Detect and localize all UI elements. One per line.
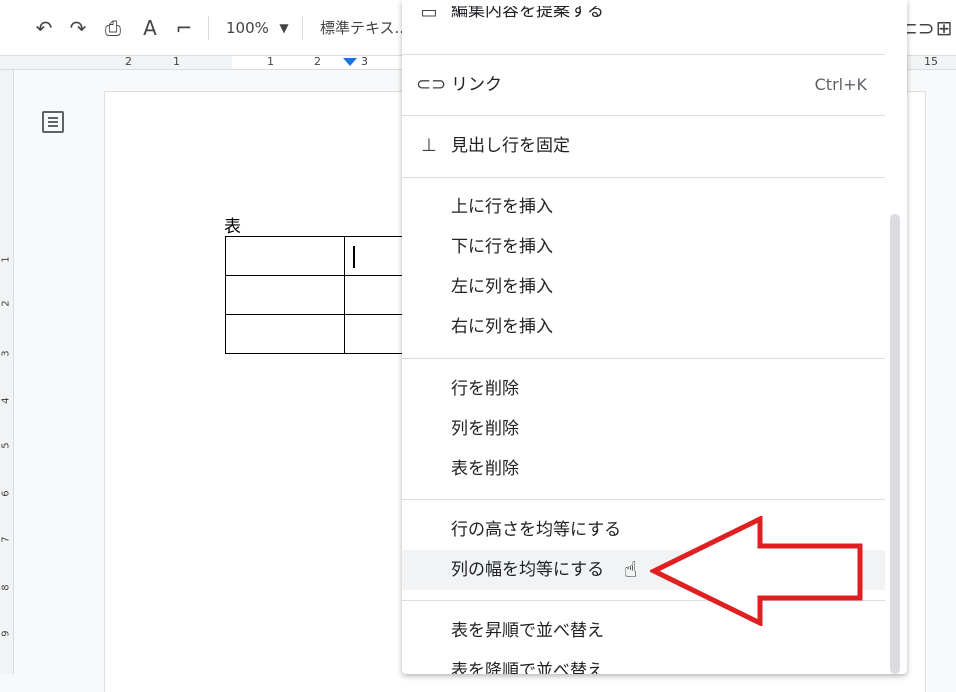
menu-item-shortcut: Ctrl+K [814, 75, 867, 94]
toolbar-divider [208, 16, 209, 40]
ruler-content-area [232, 56, 412, 69]
chevron-down-icon[interactable]: ▼ [272, 16, 296, 40]
redo-icon[interactable]: ↷ [66, 16, 90, 40]
menu-divider [402, 54, 885, 55]
menu-item-label: 列の幅を均等にする [451, 560, 605, 580]
menu-item-insert-row-below[interactable]: 下に行を挿入 [402, 227, 907, 267]
menu-divider [402, 499, 885, 500]
menu-divider [402, 115, 885, 116]
vruler-label: 7 [0, 536, 12, 543]
vruler-label: 8 [0, 584, 12, 591]
pin-icon: ⊥ [421, 135, 437, 156]
menu-item-insert-row-above[interactable]: 上に行を挿入 [402, 187, 907, 227]
print-icon[interactable]: ⎙ [101, 16, 125, 40]
annotation-arrow-icon [650, 516, 863, 626]
spellcheck-icon[interactable]: A [138, 16, 162, 40]
menu-item-suggest-edit[interactable]: ▭ 編集内容を提案する [402, 6, 907, 36]
menu-item-label: 左に列を挿入 [451, 277, 553, 297]
vruler-label: 4 [0, 397, 12, 404]
menu-item-label: 上に行を挿入 [451, 197, 553, 217]
indent-marker[interactable] [343, 58, 357, 66]
menu-item-label: 編集内容を提案する [451, 6, 604, 21]
ruler-label: 15 [924, 55, 938, 68]
vruler-label: 9 [0, 630, 12, 637]
menu-item-label: 表を昇順で並べ替え [451, 621, 604, 641]
menu-item-delete-row[interactable]: 行を削除 [402, 369, 907, 409]
menu-item-insert-col-right[interactable]: 右に列を挿入 [402, 307, 907, 347]
style-select[interactable]: 標準テキス... [320, 18, 409, 38]
menu-scrollbar[interactable] [890, 214, 900, 674]
vruler-label: 3 [0, 350, 12, 357]
toolbar-divider [302, 16, 303, 40]
table-cell[interactable] [225, 275, 345, 315]
menu-item-label: 表を降順で並べ替え [451, 661, 604, 674]
ruler-label: 2 [125, 55, 132, 68]
menu-item-label: 行を削除 [451, 379, 519, 399]
ruler-label: 2 [314, 55, 321, 68]
zoom-select[interactable]: 100% [226, 18, 269, 38]
menu-item-label: 行の高さを均等にする [451, 520, 622, 540]
add-comment-icon[interactable]: ⊞ [932, 16, 956, 40]
vruler-label: 2 [0, 300, 12, 307]
table-cell[interactable] [225, 236, 345, 276]
vruler-label: 5 [0, 442, 12, 449]
menu-item-insert-col-left[interactable]: 左に列を挿入 [402, 267, 907, 307]
vruler-label: 6 [0, 490, 12, 497]
menu-item-pin-header[interactable]: ⊥ 見出し行を固定 [402, 126, 907, 166]
menu-divider [402, 358, 885, 359]
vertical-ruler[interactable]: 1 2 3 4 5 6 7 8 9 [0, 70, 14, 674]
ruler-label: 1 [173, 55, 180, 68]
ruler-label: 3 [361, 55, 368, 68]
menu-item-label: リンク [451, 75, 502, 95]
menu-divider [402, 177, 885, 178]
text-cursor [353, 246, 355, 268]
document-outline-icon[interactable] [42, 111, 64, 133]
menu-item-label: 表を削除 [451, 459, 519, 479]
comment-icon: ▭ [420, 6, 438, 23]
menu-item-label: 下に行を挿入 [451, 237, 553, 257]
undo-icon[interactable]: ↶ [32, 16, 56, 40]
menu-item-delete-col[interactable]: 列を削除 [402, 409, 907, 449]
vruler-label: 1 [0, 256, 12, 263]
paint-format-icon[interactable]: ⌐ [172, 16, 196, 40]
hand-cursor-icon: ☝ [624, 558, 638, 583]
menu-item-label: 見出し行を固定 [451, 136, 570, 156]
link-icon: ⊂⊃ [416, 74, 447, 95]
table-caption: 表 [224, 217, 241, 237]
menu-item-link[interactable]: ⊂⊃ リンク Ctrl+K [402, 65, 907, 105]
menu-item-sort-descending[interactable]: 表を降順で並べ替え [402, 651, 907, 674]
menu-item-label: 右に列を挿入 [451, 317, 553, 337]
menu-item-label: 列を削除 [451, 419, 519, 439]
menu-item-delete-table[interactable]: 表を削除 [402, 449, 907, 489]
ruler-label: 1 [267, 55, 274, 68]
table-cell[interactable] [225, 314, 345, 354]
